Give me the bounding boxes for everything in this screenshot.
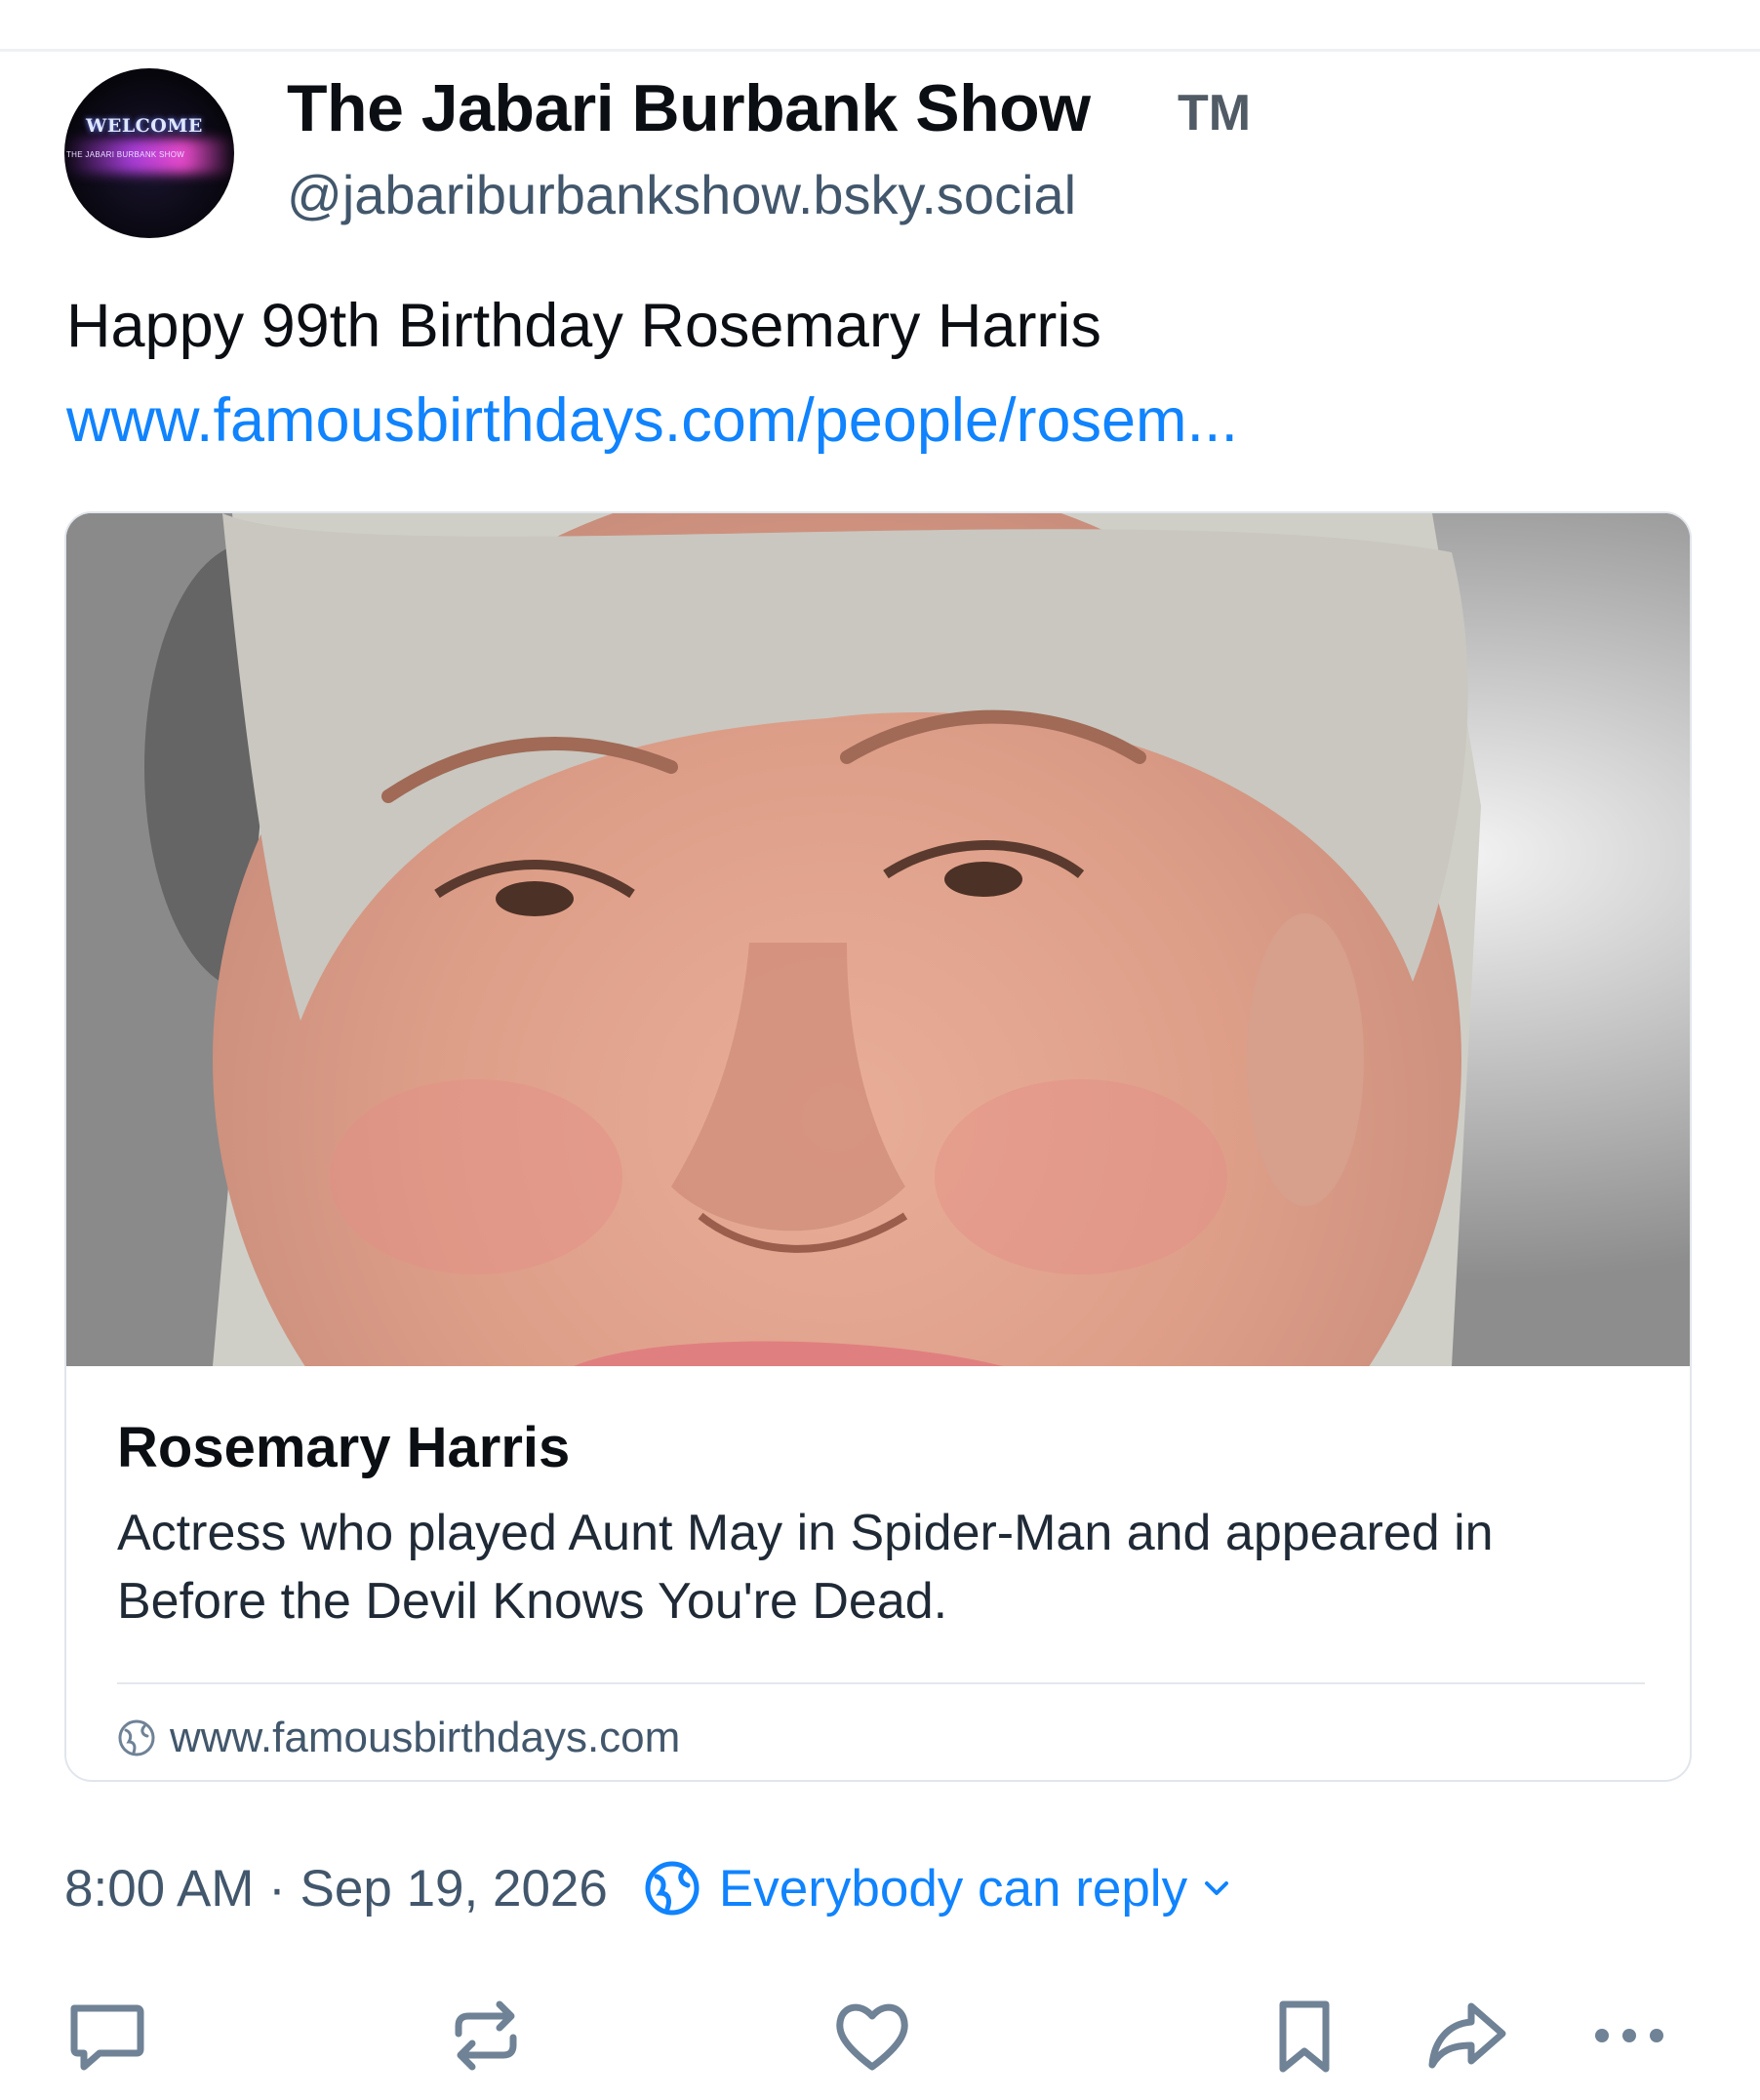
avatar-show-text: THE JABARI BURBANK SHOW <box>66 150 185 159</box>
globe-icon <box>645 1861 700 1916</box>
heart-icon <box>836 2003 908 2071</box>
embed-description: Actress who played Aunt May in Spider-Ma… <box>117 1505 1494 1630</box>
embed-title: Rosemary Harris <box>117 1416 571 1479</box>
like-button[interactable] <box>831 1995 913 2077</box>
speech-bubble-icon <box>70 2004 144 2071</box>
reply-button[interactable] <box>64 1995 146 2077</box>
share-button[interactable] <box>1426 1995 1508 2077</box>
more-button[interactable] <box>1588 1995 1670 2077</box>
post-meta-row: 8:00 AM · Sep 19, 2026 Everybody can rep… <box>64 1852 1232 1924</box>
repost-icon <box>455 2000 517 2071</box>
embed-divider <box>117 1682 1645 1684</box>
avatar-welcome-text: WELCOME <box>86 115 203 137</box>
portrait-illustration <box>66 513 1690 1366</box>
embed-domain: www.famousbirthdays.com <box>170 1714 681 1761</box>
post-timestamp[interactable]: 8:00 AM · Sep 19, 2026 <box>64 1859 608 1918</box>
avatar[interactable]: WELCOME THE JABARI BURBANK SHOW <box>64 68 234 238</box>
top-divider <box>0 49 1760 52</box>
post-text: Happy 99th Birthday Rosemary Harris <box>66 292 1101 360</box>
globe-icon <box>118 1719 155 1757</box>
reply-settings-label: Everybody can reply <box>718 1859 1188 1918</box>
repost-button[interactable] <box>445 1995 527 2077</box>
reply-settings-button[interactable]: Everybody can reply <box>643 1859 1232 1918</box>
share-arrow-icon <box>1428 2002 1506 2069</box>
bookmark-button[interactable] <box>1263 1995 1345 2077</box>
link-embed-card[interactable]: Rosemary Harris Actress who played Aunt … <box>64 511 1692 1782</box>
ellipsis-icon <box>1595 2029 1663 2042</box>
post-link[interactable]: www.famousbirthdays.com/people/rosem... <box>66 385 1238 456</box>
trademark-badge: TM <box>1178 85 1252 141</box>
chevron-down-icon <box>1205 1881 1229 1895</box>
bookmark-icon <box>1279 2000 1330 2073</box>
author-display-name[interactable]: The Jabari Burbank Show <box>287 70 1091 146</box>
embed-domain-row: www.famousbirthdays.com <box>117 1709 680 1767</box>
author-handle[interactable]: @jabariburbankshow.bsky.social <box>287 163 1076 226</box>
embed-thumbnail-image <box>66 513 1690 1366</box>
